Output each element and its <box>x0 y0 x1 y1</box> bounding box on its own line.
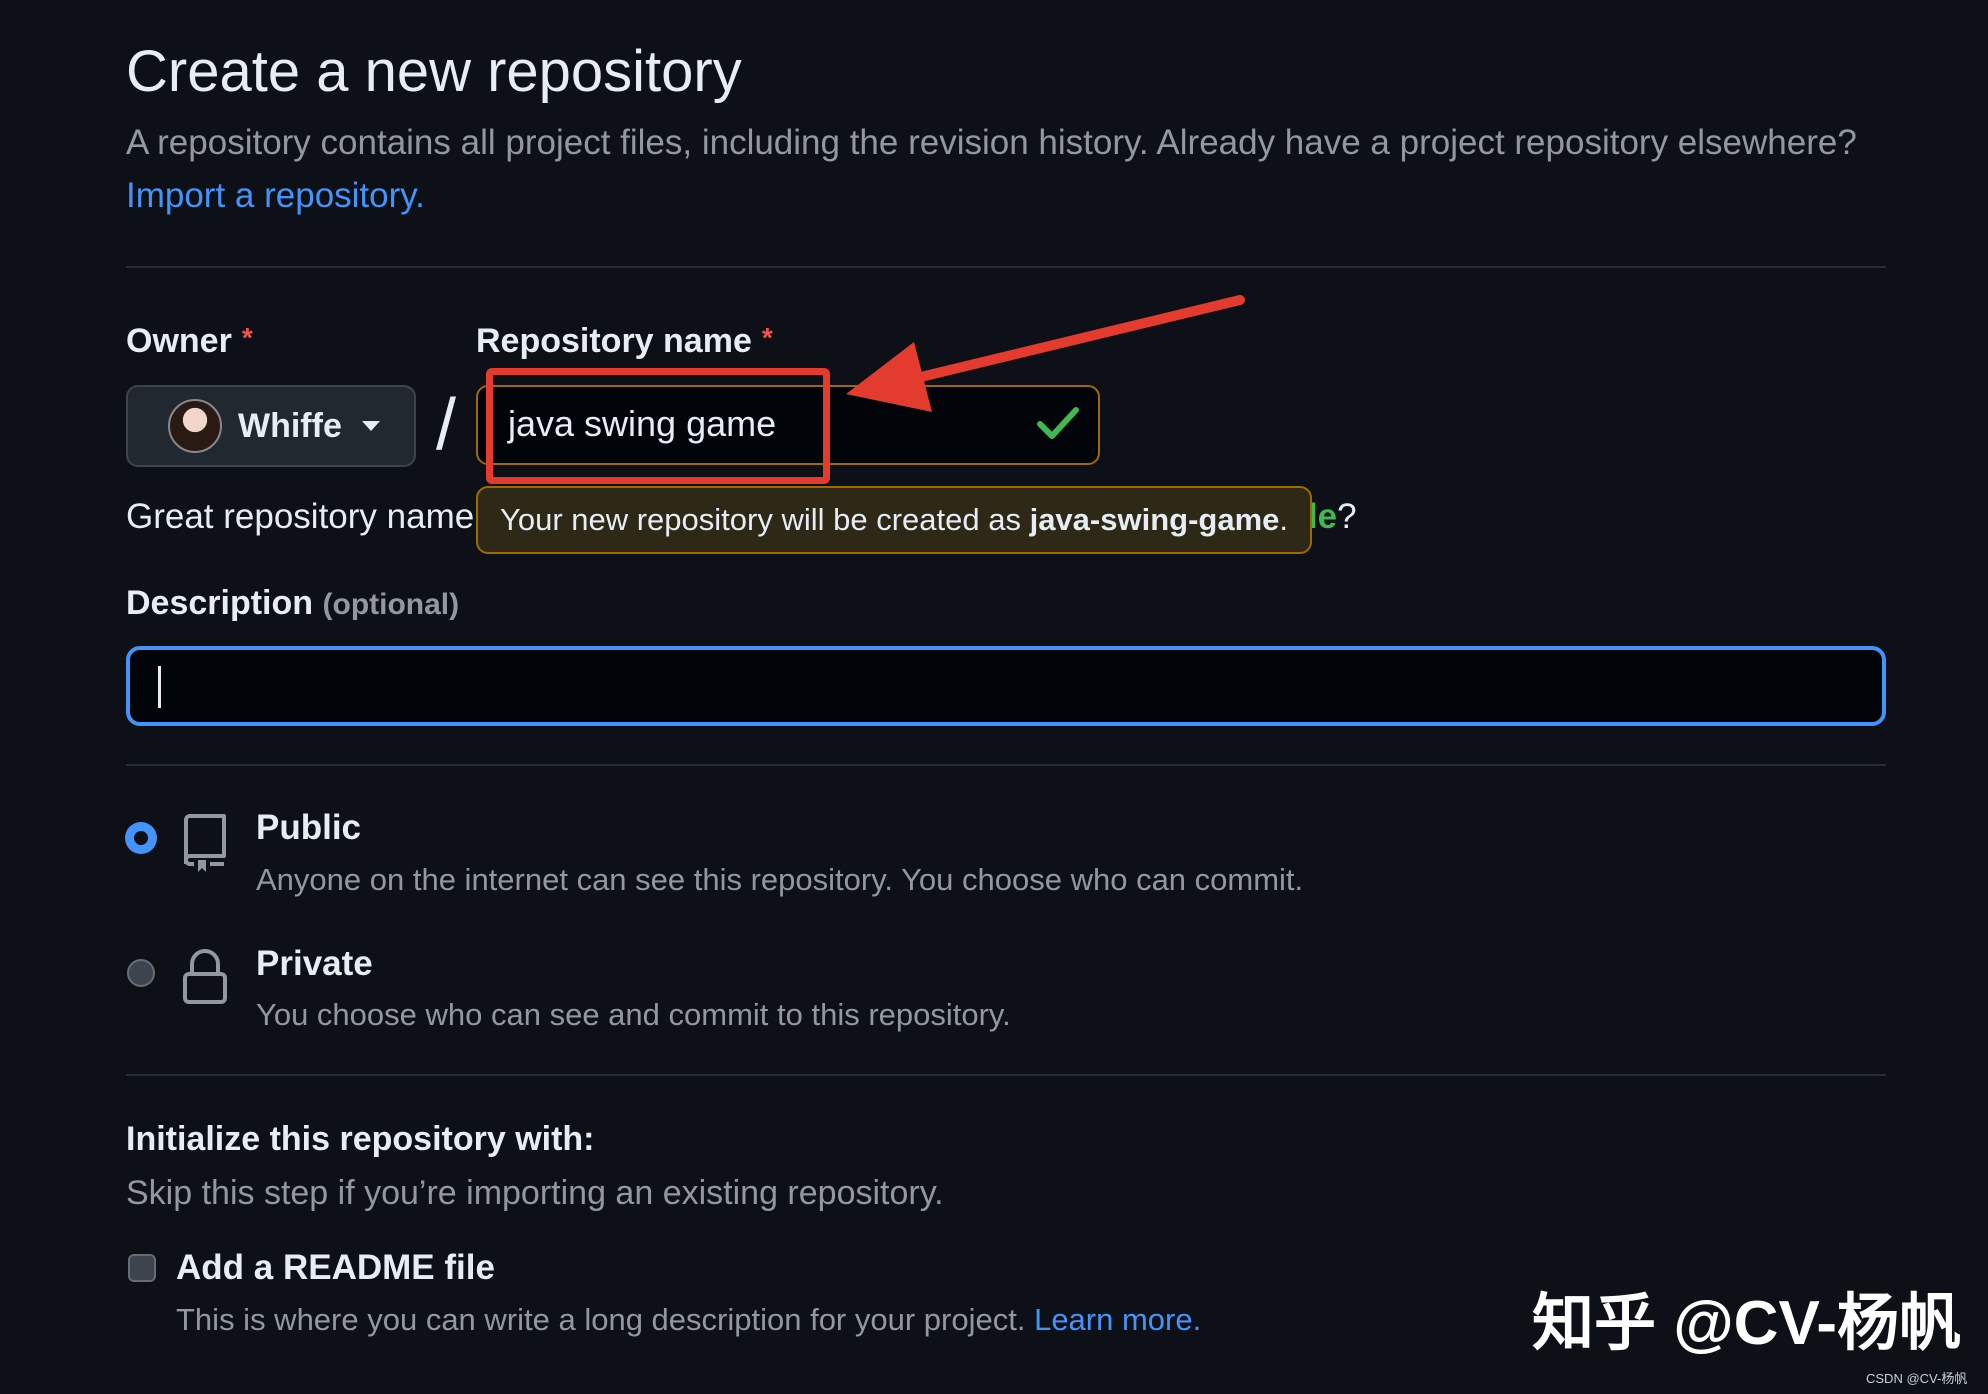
required-mark: * <box>241 322 253 353</box>
public-title[interactable]: Public <box>256 808 361 848</box>
owner-name: Whiffe <box>238 406 342 445</box>
optional-hint: (optional) <box>322 588 460 621</box>
repo-name-tooltip: Your new repository will be created as j… <box>476 486 1313 554</box>
public-desc: Anyone on the internet can see this repo… <box>256 862 1304 897</box>
private-title[interactable]: Private <box>256 944 373 984</box>
intro-text: A repository contains all project files,… <box>126 123 1857 162</box>
public-radio[interactable] <box>127 824 155 852</box>
readme-title[interactable]: Add a README file <box>176 1248 495 1288</box>
annotation-arrow-icon <box>846 295 1245 412</box>
private-radio[interactable] <box>127 959 155 987</box>
page-title: Create a new repository <box>126 39 742 104</box>
learn-more-link[interactable]: Learn more. <box>1034 1302 1201 1337</box>
description-label: Description (optional) <box>126 584 459 623</box>
repo-icon <box>184 814 226 872</box>
repo-name-label-text: Repository name <box>476 322 752 360</box>
owner-label-text: Owner <box>126 322 232 360</box>
readme-checkbox[interactable] <box>128 1254 156 1282</box>
owner-label: Owner * <box>126 322 253 361</box>
private-desc: You choose who can see and commit to thi… <box>256 997 1011 1032</box>
tooltip-prefix: Your new repository will be created as <box>500 502 1030 537</box>
initialize-subtext: Skip this step if you’re importing an ex… <box>126 1174 944 1212</box>
caret-down-icon <box>361 421 380 431</box>
readme-desc-text: This is where you can write a long descr… <box>176 1302 1026 1337</box>
helper-suffix: ? <box>1337 497 1357 536</box>
initialize-heading: Initialize this repository with: <box>126 1120 595 1158</box>
helper-prefix: Great repository name <box>126 497 475 536</box>
page-intro: A repository contains all project files,… <box>126 116 1886 222</box>
lock-icon <box>183 949 227 1004</box>
source-watermark: CSDN @CV-杨帆 <box>1866 1371 1968 1386</box>
watermark: 知乎 @CV-杨帆 <box>1532 1289 1962 1358</box>
description-input[interactable] <box>126 646 1886 726</box>
divider <box>126 266 1886 268</box>
description-label-text: Description <box>126 584 314 622</box>
divider <box>126 1074 1886 1076</box>
avatar <box>168 399 222 453</box>
annotation-highlight-box <box>486 368 830 484</box>
tooltip-slug: java-swing-game <box>1029 502 1280 537</box>
import-repository-link[interactable]: Import a repository. <box>126 176 425 215</box>
required-mark: * <box>761 322 773 353</box>
tooltip-suffix: . <box>1279 502 1289 537</box>
owner-repo-separator: / <box>436 385 457 465</box>
repo-name-label: Repository name * <box>476 322 773 361</box>
divider <box>126 764 1886 766</box>
owner-select-button[interactable]: Whiffe <box>126 385 416 467</box>
text-cursor <box>158 666 161 708</box>
readme-desc: This is where you can write a long descr… <box>176 1302 1201 1338</box>
